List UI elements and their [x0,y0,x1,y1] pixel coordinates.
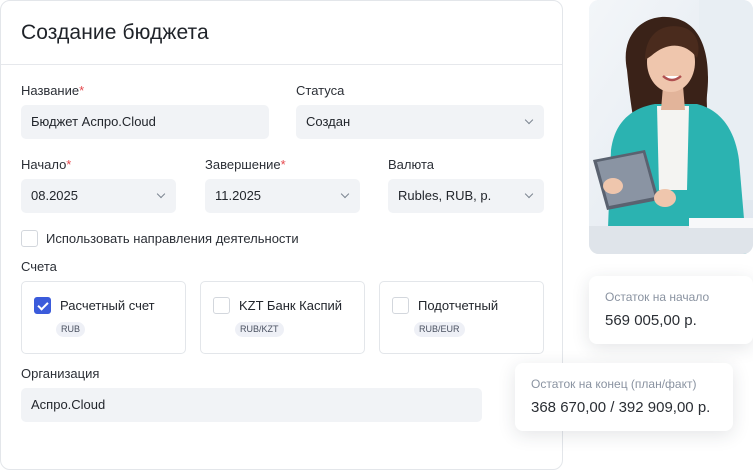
panel-header: Создание бюджета [1,1,562,65]
account-card-kzt-kaspi[interactable]: KZT Банк Каспий RUB/KZT [200,281,365,354]
start-balance-card: Остаток на начало 569 005,00 р. [589,276,753,344]
name-label-text: Название [21,83,80,98]
end-label: Завершение* [205,157,286,172]
organization-label: Организация [21,366,100,381]
currency-badge: RUB/KZT [235,322,284,337]
account-name: Подотчетный [418,298,499,313]
account-card-accountable[interactable]: Подотчетный RUB/EUR [379,281,544,354]
start-balance-label: Остаток на начало [605,290,710,304]
start-balance-value: 569 005,00 р. [605,312,697,329]
end-date-select[interactable]: 11.2025 [205,179,360,213]
use-directions-checkbox[interactable] [21,230,38,247]
account-name: Расчетный счет [60,298,155,313]
end-label-text: Завершение [205,157,281,172]
accounts-label: Счета [21,259,57,274]
currency-badge: RUB/EUR [414,322,465,337]
end-balance-label: Остаток на конец (план/факт) [531,377,697,391]
end-balance-value: 368 670,00 / 392 909,00 р. [531,399,711,416]
currency-select[interactable]: Rubles, RUB, р. [388,179,544,213]
currency-label: Валюта [388,157,434,172]
name-input[interactable]: Бюджет Аспро.Cloud [21,105,269,139]
account-card-settlement[interactable]: Расчетный счет RUB [21,281,186,354]
start-label-text: Начало [21,157,67,172]
start-label: Начало* [21,157,71,172]
currency-value: Rubles, RUB, р. [398,188,492,203]
account-checkbox-checked[interactable] [34,297,51,314]
photo-illustration [589,0,753,254]
required-mark: * [66,157,72,172]
account-checkbox[interactable] [392,297,409,314]
account-name: KZT Банк Каспий [239,298,343,313]
use-directions-label: Использовать направления деятельности [46,231,299,246]
required-mark: * [280,157,286,172]
woman-with-tablet-photo [589,0,753,254]
start-date-select[interactable]: 08.2025 [21,179,176,213]
end-date-value: 11.2025 [215,188,262,203]
currency-badge: RUB [56,322,86,337]
organization-input[interactable]: Аспро.Cloud [21,388,482,422]
account-checkbox[interactable] [213,297,230,314]
end-balance-card: Остаток на конец (план/факт) 368 670,00 … [515,363,733,431]
budget-form-panel: Создание бюджета Название* Бюджет Аспро.… [0,0,563,470]
name-label: Название* [21,83,84,98]
required-mark: * [79,83,85,98]
status-value: Создан [306,114,351,129]
start-date-value: 08.2025 [31,188,78,203]
status-select[interactable]: Создан [296,105,544,139]
status-label: Статуса [296,83,345,98]
page-title: Создание бюджета [21,21,209,44]
